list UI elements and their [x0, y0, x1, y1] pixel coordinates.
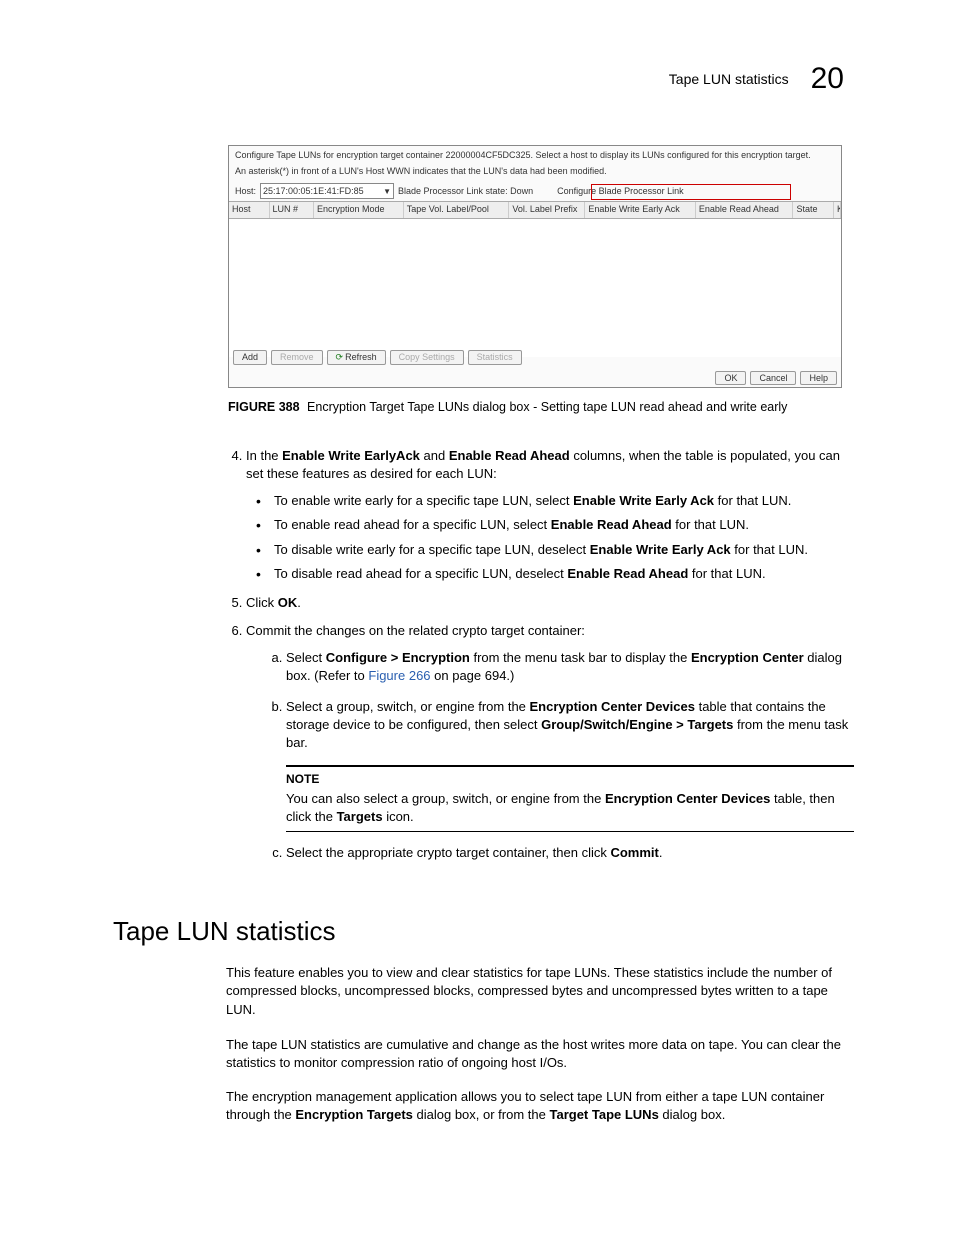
table-header: Host LUN # Encryption Mode Tape Vol. Lab…	[229, 201, 841, 219]
remove-button[interactable]: Remove	[271, 350, 323, 365]
t: for that LUN.	[714, 493, 791, 508]
t: Enable Write Early Ack	[590, 542, 731, 557]
configure-blade-link[interactable]: Configure Blade Processor Link	[557, 186, 684, 198]
col-readahead: Enable Read Ahead	[696, 202, 794, 218]
t: Commit the changes on the related crypto…	[246, 623, 585, 638]
col-encmode: Encryption Mode	[314, 202, 404, 218]
t: Group/Switch/Engine > Targets	[541, 717, 733, 732]
add-button[interactable]: Add	[233, 350, 267, 365]
section-p1: This feature enables you to view and cle…	[226, 964, 856, 1019]
figure-dialog: Configure Tape LUNs for encryption targe…	[228, 145, 842, 388]
t: .	[659, 845, 663, 860]
t: To enable read ahead for a specific LUN,…	[274, 517, 551, 532]
dialog-instruction-2: An asterisk(*) in front of a LUN's Host …	[229, 166, 841, 182]
t: Click	[246, 595, 278, 610]
t: To disable write early for a specific ta…	[274, 542, 590, 557]
t: Enable Write EarlyAck	[282, 448, 420, 463]
t: Encryption Center Devices	[530, 699, 695, 714]
refresh-button[interactable]: Refresh	[327, 350, 386, 365]
t: Select a group, switch, or engine from t…	[286, 699, 530, 714]
note-heading: NOTE	[286, 771, 854, 788]
figure-link[interactable]: Figure 266	[368, 668, 430, 683]
cancel-button[interactable]: Cancel	[750, 371, 796, 385]
col-host: Host	[229, 202, 270, 218]
step-6: Commit the changes on the related crypto…	[246, 622, 854, 862]
t: dialog box.	[659, 1107, 726, 1122]
section-p3: The encryption management application al…	[226, 1088, 856, 1125]
t: Targets	[337, 809, 383, 824]
dialog-instruction-1: Configure Tape LUNs for encryption targe…	[229, 146, 841, 166]
t: Commit	[610, 845, 658, 860]
t: Enable Read Ahead	[551, 517, 672, 532]
host-dropdown-value: 25:17:00:05:1E:41:FD:85	[263, 186, 364, 196]
col-lun: LUN #	[270, 202, 314, 218]
col-prefix: Vol. Label Prefix	[509, 202, 585, 218]
step-6b: Select a group, switch, or engine from t…	[286, 698, 854, 832]
note-text: You can also select a group, switch, or …	[286, 790, 854, 827]
col-state: State	[793, 202, 834, 218]
t: Enable Read Ahead	[567, 566, 688, 581]
t: for that LUN.	[688, 566, 765, 581]
t: .	[297, 595, 301, 610]
t: Encryption Center Devices	[605, 791, 770, 806]
chapter-number: 20	[811, 62, 844, 96]
bullet-2: To enable read ahead for a specific LUN,…	[274, 516, 854, 534]
t: Encryption Center	[691, 650, 804, 665]
figure-caption-text: Encryption Target Tape LUNs dialog box -…	[307, 400, 787, 414]
t: Enable Write Early Ack	[573, 493, 714, 508]
statistics-button[interactable]: Statistics	[468, 350, 522, 365]
t: You can also select a group, switch, or …	[286, 791, 605, 806]
chevron-down-icon: ▼	[383, 187, 391, 196]
t: Select the appropriate crypto target con…	[286, 845, 610, 860]
t: on page 694.)	[431, 668, 515, 683]
col-writeearly: Enable Write Early Ack	[585, 202, 695, 218]
help-button[interactable]: Help	[800, 371, 837, 385]
host-label: Host:	[235, 186, 256, 198]
t: Target Tape LUNs	[549, 1107, 658, 1122]
t: dialog box, or from the	[413, 1107, 550, 1122]
section-p2: The tape LUN statistics are cumulative a…	[226, 1036, 856, 1073]
t: Enable Read Ahead	[449, 448, 570, 463]
t: In the	[246, 448, 282, 463]
ok-button[interactable]: OK	[715, 371, 746, 385]
t: To enable write early for a specific tap…	[274, 493, 573, 508]
table-body-empty	[229, 219, 841, 357]
t: Configure > Encryption	[326, 650, 470, 665]
figure-label: FIGURE 388	[228, 400, 300, 414]
figure-caption: FIGURE 388 Encryption Target Tape LUNs d…	[228, 400, 848, 414]
t: for that LUN.	[672, 517, 749, 532]
t: from the menu task bar to display the	[470, 650, 691, 665]
t: To disable read ahead for a specific LUN…	[274, 566, 567, 581]
section-heading: Tape LUN statistics	[113, 916, 336, 947]
step-4: In the Enable Write EarlyAck and Enable …	[246, 447, 854, 584]
blade-processor-state: Blade Processor Link state: Down	[398, 186, 533, 198]
bullet-4: To disable read ahead for a specific LUN…	[274, 565, 854, 583]
host-dropdown[interactable]: 25:17:00:05:1E:41:FD:85 ▼	[260, 183, 394, 199]
running-head-title: Tape LUN statistics	[669, 71, 789, 87]
step-5: Click OK.	[246, 594, 854, 612]
bullet-1: To enable write early for a specific tap…	[274, 492, 854, 510]
step-6a: Select Configure > Encryption from the m…	[286, 649, 854, 686]
copy-settings-button[interactable]: Copy Settings	[390, 350, 464, 365]
step-6c: Select the appropriate crypto target con…	[286, 844, 854, 862]
bullet-3: To disable write early for a specific ta…	[274, 541, 854, 559]
t: icon.	[383, 809, 414, 824]
col-label: Tape Vol. Label/Pool	[404, 202, 510, 218]
col-keylife: Key Lifespan (days)	[834, 202, 841, 218]
t: and	[420, 448, 449, 463]
t: for that LUN.	[731, 542, 808, 557]
t: Select	[286, 650, 326, 665]
t: Encryption Targets	[295, 1107, 413, 1122]
t: OK	[278, 595, 298, 610]
